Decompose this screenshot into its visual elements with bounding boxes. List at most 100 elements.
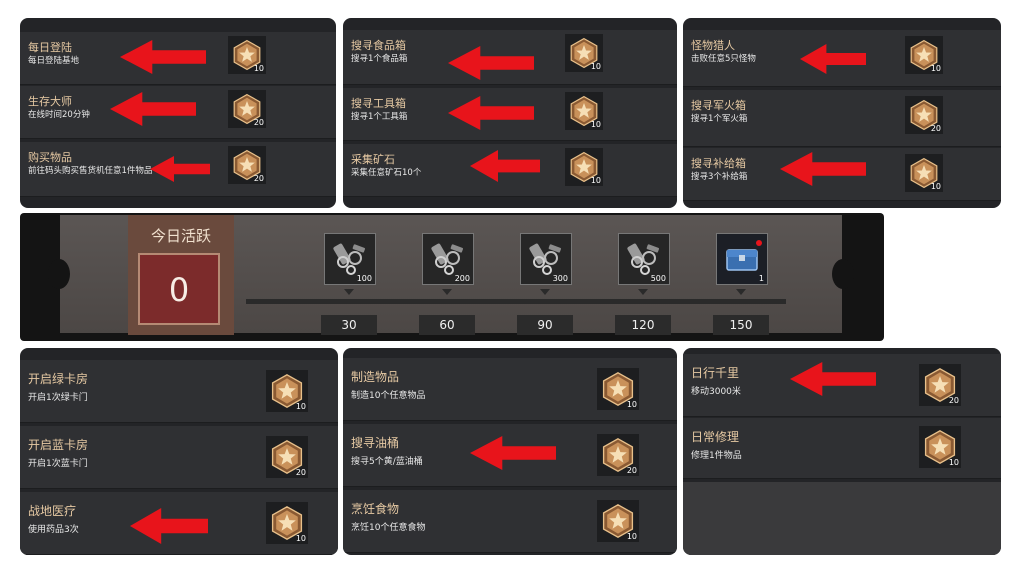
- task-title: 开启蓝卡房: [28, 438, 89, 452]
- reward-medal-icon: 10: [905, 154, 943, 192]
- task-title: 烹饪食物: [351, 502, 400, 516]
- milestone-reward-quantity: 300: [552, 274, 568, 283]
- arrow-icon: [800, 44, 866, 74]
- reward-medal-icon: 20: [228, 146, 266, 184]
- task-row[interactable]: 搜寻军火箱 搜寻1个军火箱 20: [683, 90, 1001, 147]
- milestone-reward-quantity: 100: [356, 274, 372, 283]
- reward-medal-icon: 10: [565, 148, 603, 186]
- milestone-120[interactable]: 500 120: [610, 233, 680, 335]
- left-notch: [48, 259, 70, 289]
- empty-area: [683, 482, 1001, 555]
- reward-quantity: 10: [253, 64, 264, 73]
- task-row[interactable]: 日常修理 修理1件物品 10: [683, 418, 1001, 479]
- task-row[interactable]: 开启蓝卡房 开启1次蓝卡门 20: [20, 426, 338, 489]
- task-title: 搜寻工具箱: [351, 97, 406, 110]
- arrow-icon: [790, 362, 876, 396]
- task-description: 搜寻1个军火箱: [691, 114, 748, 124]
- scrap-parts-icon[interactable]: 500: [618, 233, 670, 285]
- task-description: 开启1次蓝卡门: [28, 459, 88, 469]
- task-description: 搜寻1个工具箱: [351, 112, 408, 122]
- task-row[interactable]: 开启绿卡房 开启1次绿卡门 10: [20, 360, 338, 423]
- reward-quantity: 20: [253, 174, 264, 183]
- today-activity-value: 0: [168, 271, 190, 309]
- milestone-reward-quantity: 500: [650, 274, 666, 283]
- task-title: 制造物品: [351, 370, 400, 384]
- task-title: 每日登陆: [28, 41, 72, 54]
- task-title: 日常修理: [691, 430, 740, 444]
- task-description: 使用药品3次: [28, 525, 79, 535]
- daily-activity-bar: 今日活跃 0 100 30 200 60 300 90 500 120 1 15…: [20, 213, 884, 341]
- milestone-30[interactable]: 100 30: [316, 233, 386, 335]
- task-title: 搜寻补给箱: [691, 157, 746, 170]
- reward-medal-icon: 20: [597, 434, 639, 476]
- milestone-90[interactable]: 300 90: [512, 233, 582, 335]
- reward-medal-icon: 10: [266, 502, 308, 544]
- reward-quantity: 10: [590, 176, 601, 185]
- task-description: 修理1件物品: [691, 451, 742, 461]
- right-notch: [832, 259, 854, 289]
- today-activity-box: 今日活跃 0: [128, 215, 234, 335]
- task-description: 在线时间20分钟: [28, 110, 90, 120]
- task-title: 搜寻油桶: [351, 436, 400, 450]
- task-description: 前往码头购买售货机任意1件物品: [28, 166, 153, 176]
- reward-medal-icon: 20: [266, 436, 308, 478]
- reward-medal-icon: 10: [905, 36, 943, 74]
- reward-quantity: 20: [295, 468, 306, 477]
- task-description: 移动3000米: [691, 387, 741, 397]
- reward-medal-icon: 20: [228, 90, 266, 128]
- reward-medal-icon: 10: [565, 92, 603, 130]
- task-description: 搜寻5个黄/蓝油桶: [351, 457, 423, 467]
- milestone-threshold: 150: [713, 315, 769, 335]
- milestone-reward-quantity: 200: [454, 274, 470, 283]
- arrow-icon: [470, 436, 556, 470]
- reward-medal-icon: 10: [565, 34, 603, 72]
- reward-medal-icon: 20: [905, 96, 943, 134]
- arrow-icon: [130, 508, 208, 544]
- task-description: 烹饪10个任意食物: [351, 523, 426, 533]
- arrow-icon: [110, 92, 196, 126]
- reward-medal-icon: 10: [266, 370, 308, 412]
- arrow-icon: [470, 150, 540, 182]
- milestone-threshold: 90: [517, 315, 573, 335]
- task-row[interactable]: 制造物品 制造10个任意物品 10: [343, 358, 677, 421]
- reward-medal-icon: 10: [919, 426, 961, 468]
- reward-quantity: 20: [930, 124, 941, 133]
- scrap-parts-icon[interactable]: 200: [422, 233, 474, 285]
- reward-quantity: 10: [295, 402, 306, 411]
- task-title: 采集矿石: [351, 153, 395, 166]
- milestone-60[interactable]: 200 60: [414, 233, 484, 335]
- task-title: 战地医疗: [28, 504, 77, 518]
- arrow-icon: [780, 152, 866, 186]
- task-title: 搜寻食品箱: [351, 39, 406, 52]
- task-row[interactable]: 烹饪食物 烹饪10个任意食物 10: [343, 490, 677, 553]
- task-title: 搜寻军火箱: [691, 99, 746, 112]
- blue-chest-icon[interactable]: 1: [716, 233, 768, 285]
- reward-quantity: 10: [590, 62, 601, 71]
- milestone-reward-quantity: 1: [758, 274, 764, 283]
- reward-quantity: 20: [948, 396, 959, 405]
- arrow-icon: [448, 96, 534, 130]
- milestone-pointer: [344, 289, 354, 295]
- task-description: 采集任意矿石10个: [351, 168, 422, 178]
- scrap-parts-icon[interactable]: 100: [324, 233, 376, 285]
- task-description: 击败任意5只怪物: [691, 54, 756, 64]
- reward-medal-icon: 10: [597, 500, 639, 542]
- milestone-threshold: 120: [615, 315, 671, 335]
- task-title: 日行千里: [691, 366, 740, 380]
- today-activity-value-box: 0: [138, 253, 220, 325]
- task-description: 搜寻1个食品箱: [351, 54, 408, 64]
- milestone-150[interactable]: 1 150: [708, 233, 778, 335]
- reward-quantity: 10: [295, 534, 306, 543]
- scrap-parts-icon[interactable]: 300: [520, 233, 572, 285]
- reward-medal-icon: 10: [228, 36, 266, 74]
- task-description: 开启1次绿卡门: [28, 393, 88, 403]
- reward-quantity: 10: [948, 458, 959, 467]
- reward-quantity: 10: [930, 182, 941, 191]
- reward-quantity: 10: [626, 532, 637, 541]
- task-description: 每日登陆基地: [28, 56, 80, 66]
- milestone-threshold: 30: [321, 315, 377, 335]
- reward-medal-icon: 10: [597, 368, 639, 410]
- reward-quantity: 10: [590, 120, 601, 129]
- milestone-pointer: [540, 289, 550, 295]
- milestone-threshold: 60: [419, 315, 475, 335]
